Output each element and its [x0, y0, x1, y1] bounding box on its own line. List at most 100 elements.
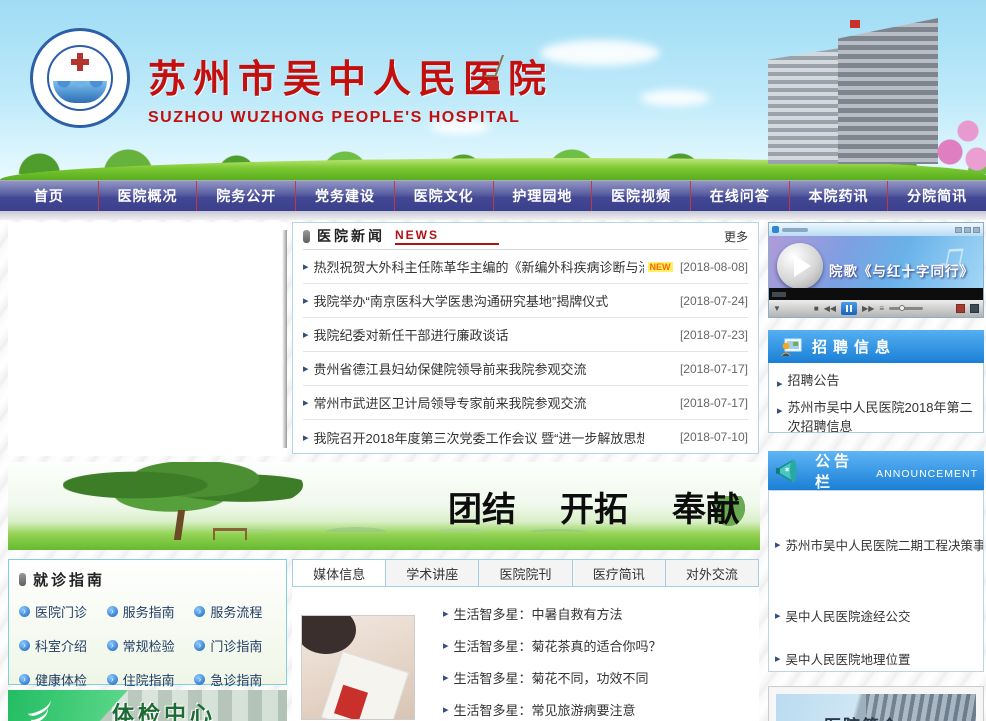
guide-link-service-guide[interactable]: ›服务指南 [107, 602, 195, 621]
tab-media-info[interactable]: 媒体信息 [293, 560, 385, 586]
player-artwork: ♫ ♪ 院歌《与红十字同行》 [769, 236, 983, 288]
play-button[interactable] [777, 243, 823, 288]
hospital-news-panel: 医院新闻 NEWS 更多 ▸ 热烈祝贺大外科主任陈革华主编的《新编外科疾病诊断与… [292, 222, 759, 454]
recruitment-link[interactable]: ▸招聘公告 [777, 371, 975, 394]
guide-link-emergency-guide[interactable]: ›急诊指南 [194, 670, 282, 689]
close-button[interactable] [973, 227, 980, 233]
next-button[interactable]: ▶▶ [862, 304, 874, 313]
news-row: ▸ 我院举办“南京医科大学医患沟通研究基地”揭牌仪式 [2018-07-24] [303, 284, 748, 318]
arrow-icon: ▸ [777, 402, 783, 436]
news-row: ▸ 热烈祝贺大外科主任陈革华主编的《新编外科疾病诊断与治 NEW [2018-0… [303, 250, 748, 284]
guide-link-outpatient-guide[interactable]: ›门诊指南 [194, 636, 282, 655]
song-title: 院歌《与红十字同行》 [829, 260, 974, 280]
slogan-banner: 团结 开拓 奉献 [8, 462, 760, 550]
bench-decoration [213, 528, 247, 540]
nav-item-party-building[interactable]: 党务建设 [296, 181, 395, 211]
nav-item-videos[interactable]: 医院视频 [592, 181, 691, 211]
tab-medical-briefs[interactable]: 医疗简讯 [572, 560, 665, 586]
wing-logo-icon [26, 698, 56, 720]
news-row: ▸ 贵州省德江县妇幼保健院领导前来我院参观交流 [2018-07-17] [303, 352, 748, 386]
arrow-icon: ▸ [443, 639, 449, 652]
intro-label: 医院简介 [824, 712, 900, 721]
nav-item-pharmacy-news[interactable]: 本院药讯 [790, 181, 889, 211]
news-link[interactable]: 常州市武进区卫计局领导专家前来我院参观交流 [314, 393, 587, 412]
article-thumbnail[interactable] [301, 615, 415, 720]
previous-button[interactable]: ◀◀ [824, 304, 836, 313]
nav-item-home[interactable]: 首页 [0, 181, 99, 211]
slogan-word: 奉献 [672, 482, 740, 531]
arrow-icon: ▸ [303, 396, 309, 409]
player-status-bar [769, 288, 983, 300]
news-title: 医院新闻 [317, 226, 385, 246]
player-menu-button[interactable]: ▼ [773, 304, 781, 313]
main-content: 医院新闻 NEWS 更多 ▸ 热烈祝贺大外科主任陈革华主编的《新编外科疾病诊断与… [0, 220, 986, 721]
maximize-button[interactable] [964, 227, 971, 233]
news-row: ▸ 常州市武进区卫计局领导专家前来我院参观交流 [2018-07-17] [303, 386, 748, 420]
top-row: 医院新闻 NEWS 更多 ▸ 热烈祝贺大外科主任陈革华主编的《新编外科疾病诊断与… [8, 222, 760, 456]
nav-item-culture[interactable]: 医院文化 [395, 181, 494, 211]
circle-arrow-icon: › [194, 674, 205, 685]
nav-item-qa[interactable]: 在线问答 [691, 181, 790, 211]
news-row: ▸ 我院纪委对新任干部进行廉政谈话 [2018-07-23] [303, 318, 748, 352]
volume-slider[interactable] [889, 307, 923, 310]
pause-button[interactable] [841, 302, 857, 315]
checkup-center-banner[interactable]: 体检中心 [8, 690, 287, 721]
news-more-link[interactable]: 更多 [724, 228, 748, 245]
arrow-icon: ▸ [775, 609, 781, 622]
news-date: [2018-07-24] [680, 294, 748, 308]
announcement-link[interactable]: ▸苏州市吴中人民医院二期工程决策事 [775, 535, 977, 554]
tab-external-exchange[interactable]: 对外交流 [665, 560, 758, 586]
arrow-icon: ▸ [775, 652, 781, 665]
record-button[interactable] [956, 304, 965, 313]
announcement-subtitle: ANNOUNCEMENT [876, 468, 978, 480]
section-bullet-icon [303, 230, 310, 243]
wave-icon [53, 81, 107, 103]
circle-arrow-icon: › [19, 606, 30, 617]
stop-button[interactable]: ■ [814, 304, 819, 313]
media-article-link[interactable]: ▸生活智多星：常见旅游病要注意 [443, 693, 662, 721]
arrow-icon: ▸ [303, 431, 309, 444]
news-link[interactable]: 贵州省德江县妇幼保健院领导前来我院参观交流 [314, 359, 587, 378]
news-header: 医院新闻 NEWS 更多 [303, 223, 748, 250]
flowers-decoration [926, 110, 986, 180]
recruitment-icon [780, 338, 802, 356]
nav-item-nursing[interactable]: 护理园地 [494, 181, 593, 211]
minimize-button[interactable] [955, 227, 962, 233]
news-link[interactable]: 我院召开2018年度第三次党委工作会议 暨“进一步解放思想 [314, 428, 644, 447]
nav-item-overview[interactable]: 医院概况 [99, 181, 198, 211]
guide-link-health-checkup[interactable]: ›健康体检 [19, 670, 107, 689]
news-link[interactable]: 我院举办“南京医科大学医患沟通研究基地”揭牌仪式 [314, 291, 609, 310]
eject-button[interactable] [970, 304, 979, 313]
arrow-icon: ▸ [443, 703, 449, 716]
announcement-title: 公告栏 [815, 450, 870, 492]
news-date: [2018-07-17] [680, 362, 748, 376]
announcement-link[interactable]: ▸吴中人民医院途经公交 [775, 606, 977, 625]
tab-hospital-journal[interactable]: 医院院刊 [478, 560, 571, 586]
main-navigation: 首页 医院概况 院务公开 党务建设 医院文化 护理园地 医院视频 在线问答 本院… [0, 180, 986, 211]
media-article-link[interactable]: ▸生活智多星：中暑自救有方法 [443, 597, 662, 629]
player-logo-icon [772, 226, 779, 233]
news-row: ▸ 我院召开2018年度第三次党委工作会议 暨“进一步解放思想 [2018-07… [303, 420, 748, 454]
red-stamp-icon [488, 80, 499, 91]
announcement-link[interactable]: ▸吴中人民医院地理位置 [775, 649, 977, 668]
guide-column: 就诊指南 ›医院门诊 ›服务指南 ›服务流程 ›科室介绍 ›常规检验 ›门诊指南… [8, 559, 287, 721]
tab-academic-lectures[interactable]: 学术讲座 [385, 560, 478, 586]
guide-link-departments[interactable]: ›科室介绍 [19, 636, 107, 655]
nav-item-public-affairs[interactable]: 院务公开 [197, 181, 296, 211]
left-column: 医院新闻 NEWS 更多 ▸ 热烈祝贺大外科主任陈革华主编的《新编外科疾病诊断与… [8, 222, 760, 721]
nav-item-branch-news[interactable]: 分院简讯 [888, 181, 986, 211]
recruitment-title: 招聘信息 [812, 336, 896, 357]
guide-link-routine-tests[interactable]: ›常规检验 [107, 636, 195, 655]
news-link[interactable]: 我院纪委对新任干部进行廉政谈话 [314, 325, 509, 344]
media-article-link[interactable]: ▸生活智多星：菊花茶真的适合你吗？ [443, 629, 662, 661]
playlist-button[interactable]: ≡ [879, 304, 884, 313]
hospital-intro-panel[interactable]: 医院简介 [768, 686, 984, 721]
media-tab-bar: 媒体信息 学术讲座 医院院刊 医疗简讯 对外交流 [292, 559, 759, 587]
media-article-link[interactable]: ▸生活智多星：菊花不同，功效不同 [443, 661, 662, 693]
guide-link-outpatient[interactable]: ›医院门诊 [19, 602, 107, 621]
recruitment-link[interactable]: ▸苏州市吴中人民医院2018年第二次招聘信息 [777, 398, 975, 436]
calligraphy-seal [488, 55, 504, 89]
news-link[interactable]: 热烈祝贺大外科主任陈革华主编的《新编外科疾病诊断与治 [314, 257, 644, 276]
guide-link-service-flow[interactable]: ›服务流程 [194, 602, 282, 621]
guide-link-inpatient-guide[interactable]: ›住院指南 [107, 670, 195, 689]
